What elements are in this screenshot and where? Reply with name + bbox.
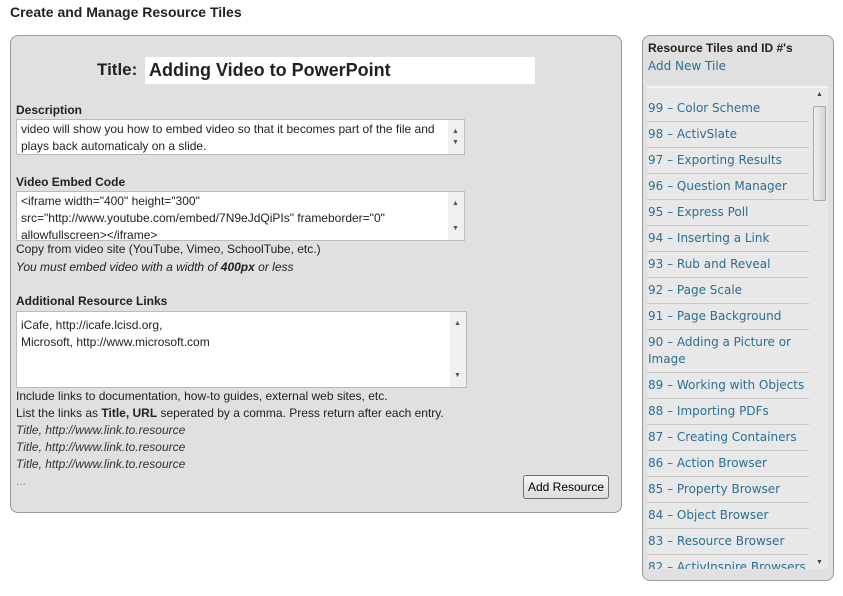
- note-pre: List the links as: [16, 406, 102, 420]
- tile-list-item[interactable]: 98 – ActivSlate: [647, 122, 809, 148]
- add-new-tile-link[interactable]: Add New Tile: [648, 59, 726, 73]
- warn-bold: 400px: [220, 260, 255, 274]
- warn-pre: You must embed video with a width of: [16, 260, 221, 274]
- links-textarea[interactable]: iCafe, http://icafe.lcisd.org, Microsoft…: [16, 311, 467, 388]
- note-bold: Title, URL: [101, 406, 158, 420]
- warn-post: or less: [254, 260, 294, 274]
- tile-list-item[interactable]: 82 – ActivInspire Browsers: [647, 555, 809, 569]
- tile-list-item[interactable]: 99 – Color Scheme: [647, 96, 809, 122]
- tile-list-scrollbar[interactable]: ▲ ▼: [812, 88, 828, 569]
- tile-list-item[interactable]: 96 – Question Manager: [647, 174, 809, 200]
- embed-warning: You must embed video with a width of 400…: [16, 259, 294, 276]
- embed-note: Copy from video site (YouTube, Vimeo, Sc…: [16, 242, 321, 256]
- scroll-down-icon[interactable]: ▼: [816, 559, 823, 566]
- resource-form-panel: Title: Adding Video to PowerPoint Descri…: [10, 35, 622, 513]
- title-label: Title:: [97, 60, 138, 79]
- scrollbar-thumb[interactable]: [813, 106, 826, 201]
- links-label: Additional Resource Links: [16, 294, 168, 308]
- add-resource-button[interactable]: Add Resource: [523, 475, 609, 499]
- links-scrollbar[interactable]: ▲ ▼: [450, 312, 466, 387]
- links-text: iCafe, http://icafe.lcisd.org, Microsoft…: [21, 318, 210, 349]
- note-post: seperated by a comma. Press return after…: [157, 406, 444, 420]
- embed-label: Video Embed Code: [16, 175, 126, 189]
- links-note-2: List the links as Title, URL seperated b…: [16, 405, 444, 422]
- scroll-up-icon[interactable]: ▲: [816, 91, 823, 98]
- tile-list-item[interactable]: 93 – Rub and Reveal: [647, 252, 809, 278]
- tile-list-item[interactable]: 95 – Express Poll: [647, 200, 809, 226]
- resource-tiles-sidebar: Resource Tiles and ID #'s Add New Tile 9…: [642, 35, 834, 581]
- scroll-down-icon[interactable]: ▼: [452, 220, 459, 237]
- description-scrollbar[interactable]: ▲ ▼: [448, 120, 464, 154]
- tile-list-item[interactable]: 85 – Property Browser: [647, 477, 809, 503]
- links-note-1: Include links to documentation, how-to g…: [16, 389, 388, 403]
- sidebar-title: Resource Tiles and ID #'s: [648, 41, 793, 55]
- description-label: Description: [16, 103, 83, 117]
- tile-list-item[interactable]: 90 – Adding a Picture or Image: [647, 330, 809, 373]
- tile-list-item[interactable]: 89 – Working with Objects: [647, 373, 809, 399]
- tile-list-item[interactable]: 84 – Object Browser: [647, 503, 809, 529]
- scroll-down-icon[interactable]: ▼: [454, 367, 461, 384]
- page-title: Create and Manage Resource Tiles: [10, 4, 242, 20]
- description-text: video will show you how to embed video s…: [21, 122, 438, 153]
- scroll-up-icon[interactable]: ▲: [452, 195, 459, 212]
- tile-list-item[interactable]: 97 – Exporting Results: [647, 148, 809, 174]
- description-textarea[interactable]: video will show you how to embed video s…: [16, 119, 465, 155]
- title-input[interactable]: Adding Video to PowerPoint: [145, 57, 535, 84]
- tile-list-item[interactable]: 83 – Resource Browser: [647, 529, 809, 555]
- example-line: Title, http://www.link.to.resource: [16, 440, 186, 454]
- embed-text: <iframe width="400" height="300" src="ht…: [21, 194, 389, 241]
- tile-list-item[interactable]: 86 – Action Browser: [647, 451, 809, 477]
- tile-list-item[interactable]: 88 – Importing PDFs: [647, 399, 809, 425]
- tile-list-item[interactable]: 87 – Creating Containers: [647, 425, 809, 451]
- ellipsis: ...: [16, 474, 27, 488]
- link-examples: Title, http://www.link.to.resource Title…: [16, 422, 185, 490]
- example-line: Title, http://www.link.to.resource: [16, 423, 186, 437]
- embed-scrollbar[interactable]: ▲ ▼: [448, 192, 464, 240]
- embed-textarea[interactable]: <iframe width="400" height="300" src="ht…: [16, 191, 465, 241]
- scroll-up-icon[interactable]: ▲: [454, 315, 461, 332]
- tile-list-item[interactable]: 92 – Page Scale: [647, 278, 809, 304]
- example-line: Title, http://www.link.to.resource: [16, 457, 186, 471]
- tile-list: 99 – Color Scheme 98 – ActivSlate 97 – Exp…: [647, 86, 828, 569]
- tile-list-item[interactable]: 91 – Page Background: [647, 304, 809, 330]
- scroll-down-icon[interactable]: ▼: [452, 134, 459, 151]
- tile-list-item[interactable]: 94 – Inserting a Link: [647, 226, 809, 252]
